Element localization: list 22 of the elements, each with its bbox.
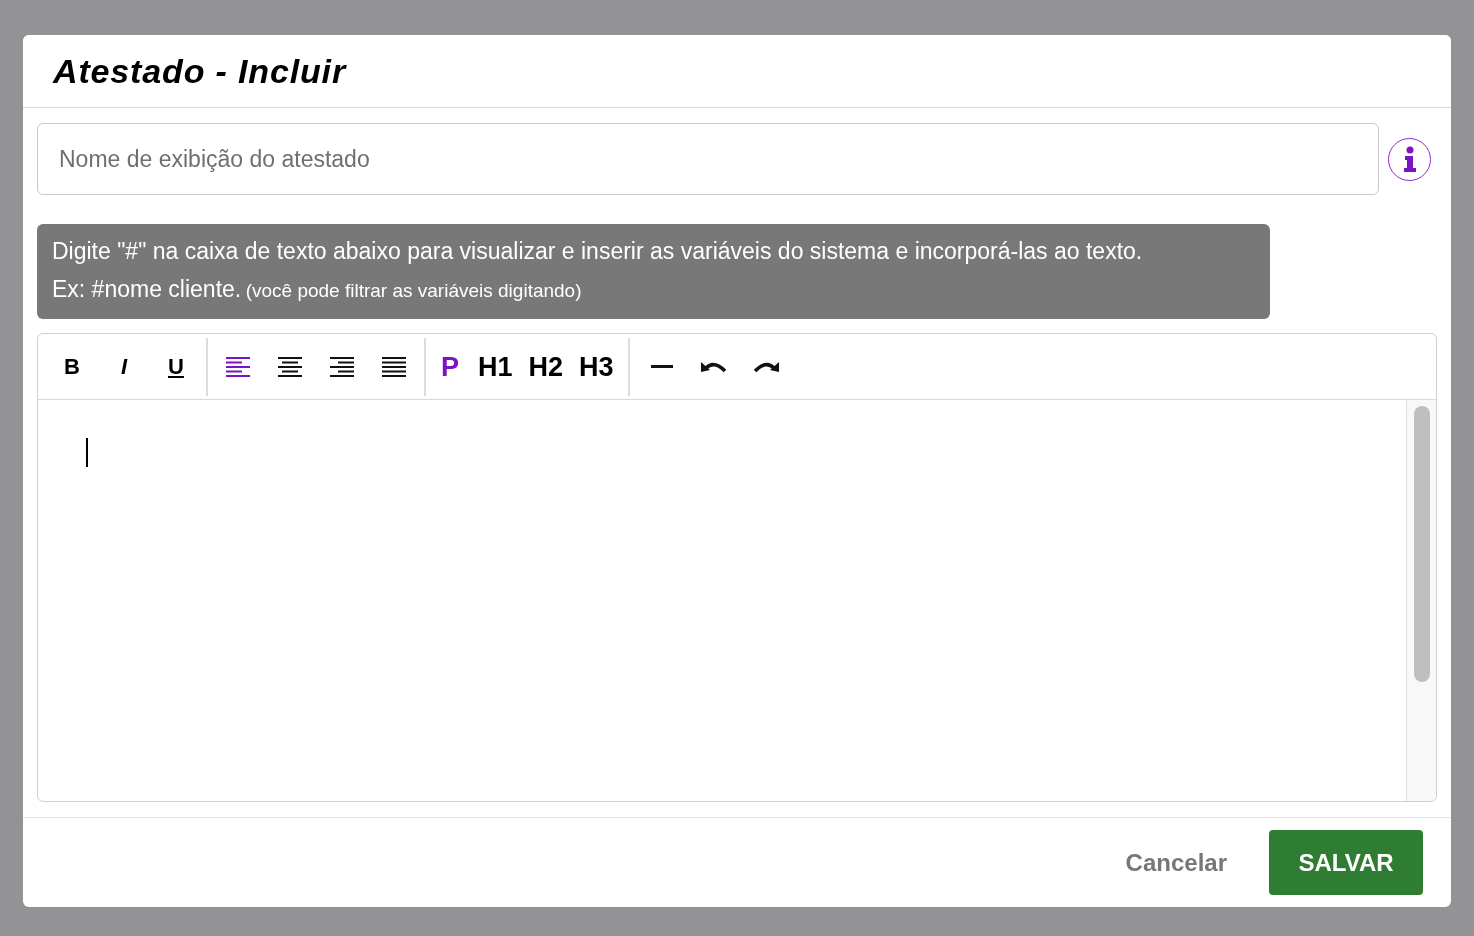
- hint-example: Ex: #nome cliente.: [52, 276, 242, 302]
- format-button[interactable]: U: [150, 346, 202, 387]
- info-icon: [1403, 146, 1416, 172]
- dialog-title: Atestado - Incluir: [53, 50, 346, 92]
- justify-icon: [382, 355, 406, 378]
- save-button[interactable]: SALVAR: [1269, 830, 1423, 895]
- format-button[interactable]: I: [98, 346, 150, 387]
- block-style-button[interactable]: H1: [470, 346, 521, 387]
- name-input-field[interactable]: Nome de exibição do atestado: [37, 123, 1379, 195]
- horizontal-line-icon: [650, 365, 673, 368]
- hint-note: (você pode filtrar as variáveis digitando): [245, 280, 582, 301]
- block-style-button[interactable]: H2: [520, 346, 572, 387]
- hint-text: Digite "#" na caixa de texto abaixo para visualizar e inserir as variáveis do sistema e incorporá-las ao texto.: [52, 237, 1144, 266]
- scrollbar-thumb[interactable]: [1414, 406, 1430, 682]
- align-right-icon: [330, 355, 354, 378]
- align-center-icon: [278, 355, 302, 378]
- cancel-button[interactable]: Cancelar: [1125, 844, 1227, 881]
- text-cursor: [86, 438, 88, 467]
- align-left-icon: [226, 355, 250, 378]
- block-style-button[interactable]: P: [430, 346, 470, 387]
- block-style-button[interactable]: H3: [571, 346, 622, 387]
- format-button[interactable]: B: [46, 346, 98, 387]
